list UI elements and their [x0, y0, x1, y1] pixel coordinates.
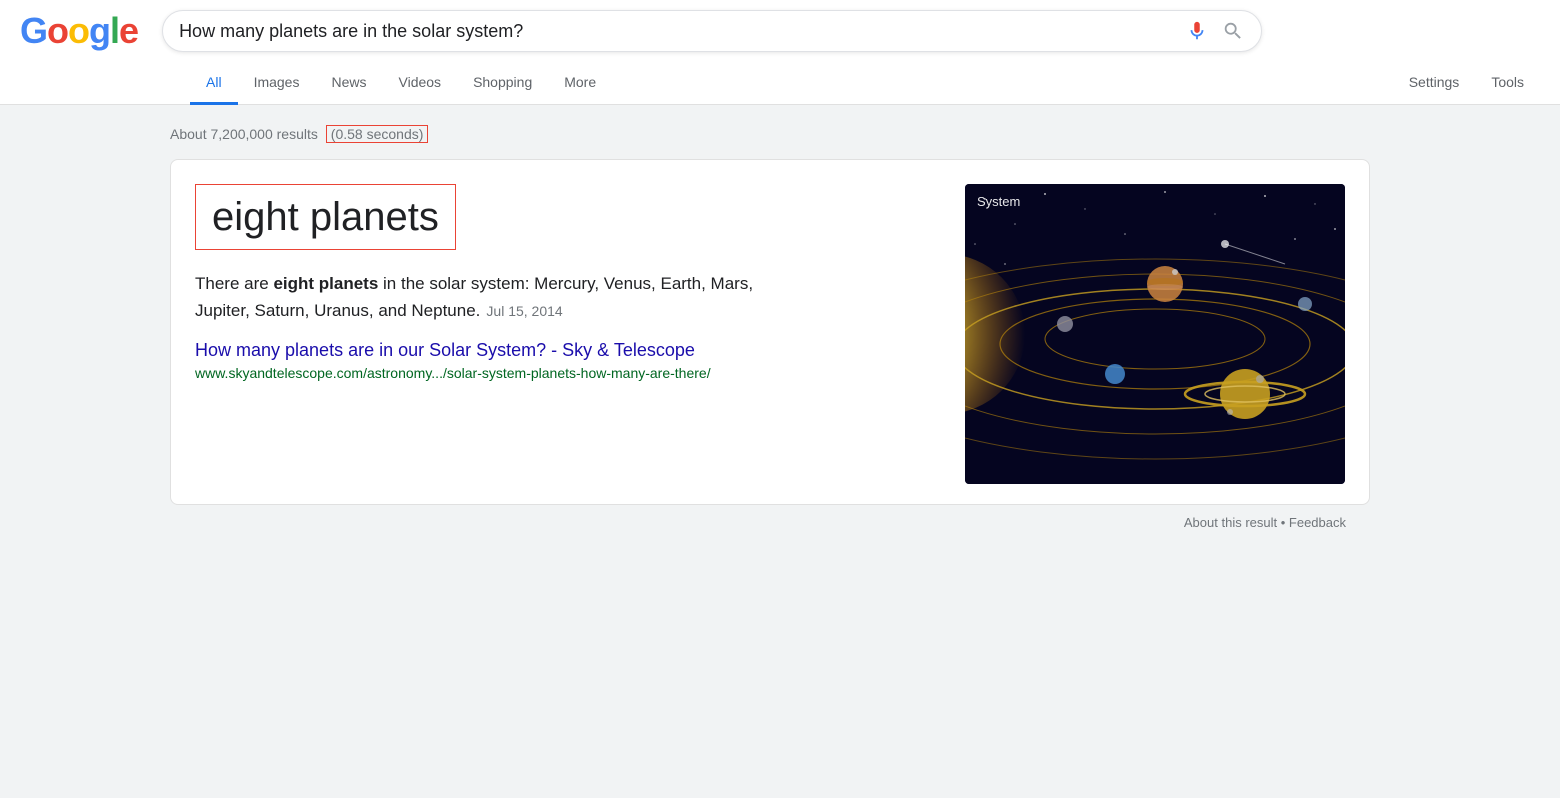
- snippet-link[interactable]: How many planets are in our Solar System…: [195, 340, 945, 361]
- snippet-answer-box: eight planets: [195, 184, 456, 250]
- google-logo[interactable]: Google: [20, 10, 138, 52]
- desc-bold: eight planets: [273, 274, 378, 293]
- search-icon[interactable]: [1221, 19, 1245, 43]
- results-count: About 7,200,000 results: [170, 126, 318, 142]
- tab-images[interactable]: Images: [238, 62, 316, 105]
- nav-tabs: All Images News Videos Shopping More Set…: [20, 62, 1540, 104]
- logo-letter-l: l: [110, 10, 119, 52]
- svg-text:System: System: [977, 194, 1020, 209]
- tab-tools[interactable]: Tools: [1475, 62, 1540, 105]
- results-time: (0.58 seconds): [326, 125, 429, 143]
- tab-news[interactable]: News: [315, 62, 382, 105]
- desc-before: There are: [195, 274, 273, 293]
- tab-videos[interactable]: Videos: [383, 62, 458, 105]
- search-icons: [1185, 19, 1245, 43]
- about-result-link[interactable]: About this result: [1184, 515, 1277, 530]
- main-content: About 7,200,000 results (0.58 seconds) e…: [0, 105, 1560, 550]
- tab-shopping[interactable]: Shopping: [457, 62, 548, 105]
- logo-letter-e: e: [119, 10, 138, 52]
- solar-system-image: System: [965, 184, 1345, 484]
- snippet-url: www.skyandtelescope.com/astronomy.../sol…: [195, 365, 945, 381]
- header: Google All Images: [0, 0, 1560, 105]
- tab-more[interactable]: More: [548, 62, 612, 105]
- snippet-content: eight planets There are eight planets in…: [195, 184, 945, 381]
- search-bar[interactable]: [162, 10, 1262, 52]
- microphone-icon[interactable]: [1185, 19, 1209, 43]
- featured-snippet: eight planets There are eight planets in…: [170, 159, 1370, 505]
- header-top: Google: [20, 10, 1540, 62]
- tab-settings[interactable]: Settings: [1393, 62, 1476, 105]
- logo-letter-o2: o: [68, 10, 89, 52]
- feedback-link[interactable]: Feedback: [1289, 515, 1346, 530]
- snippet-date: Jul 15, 2014: [486, 303, 562, 319]
- about-result: About this result • Feedback: [170, 515, 1370, 530]
- tab-all[interactable]: All: [190, 62, 238, 105]
- snippet-answer-text: eight planets: [212, 195, 439, 239]
- separator: •: [1281, 515, 1289, 530]
- logo-letter-o1: o: [47, 10, 68, 52]
- search-input[interactable]: [179, 21, 1185, 42]
- results-info: About 7,200,000 results (0.58 seconds): [170, 125, 1560, 143]
- snippet-description: There are eight planets in the solar sys…: [195, 270, 795, 324]
- logo-letter-g2: g: [89, 10, 110, 52]
- logo-letter-g: G: [20, 10, 47, 52]
- nav-right: Settings Tools: [1393, 62, 1540, 104]
